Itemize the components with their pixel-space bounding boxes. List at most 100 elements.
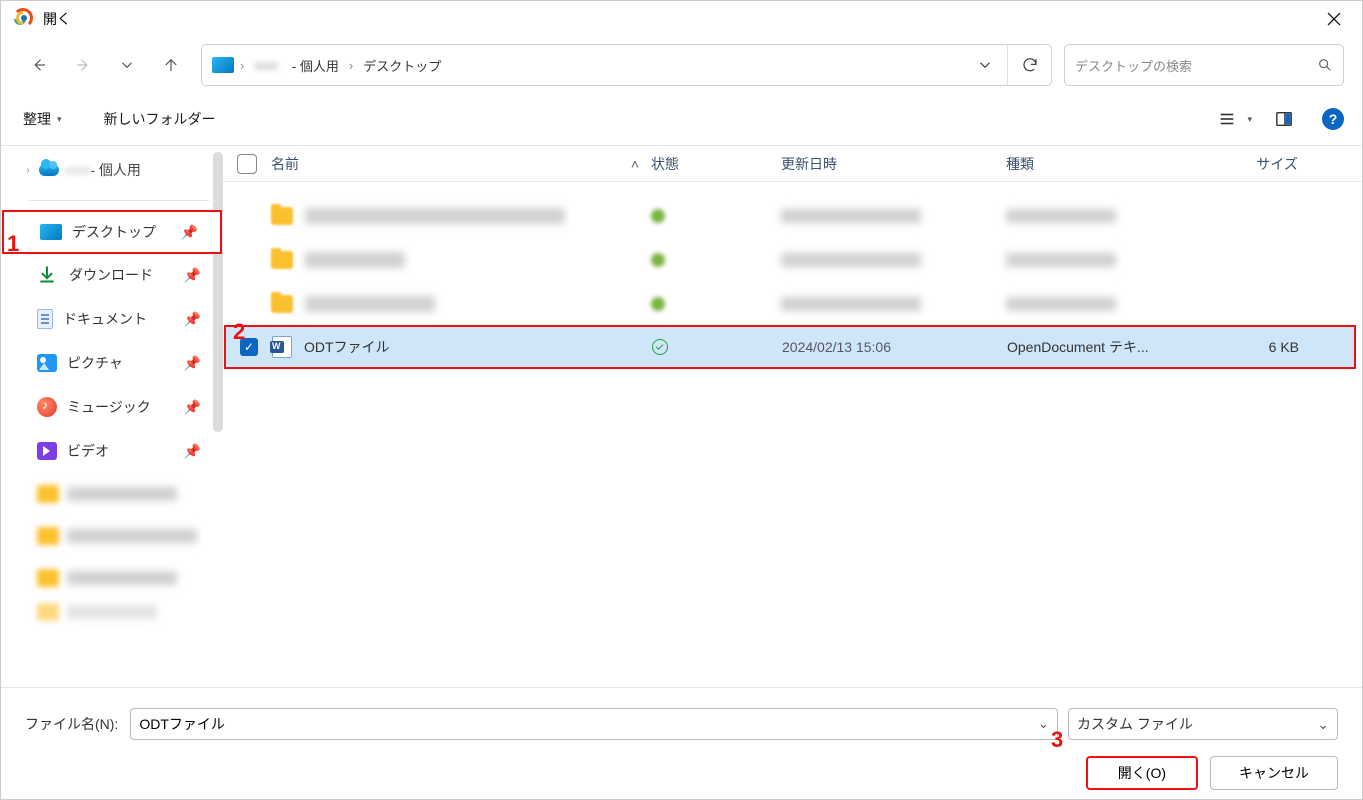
forward-button[interactable]: [63, 45, 103, 85]
breadcrumb-root[interactable]: ■■■: [250, 56, 282, 75]
breadcrumb-item-2[interactable]: デスクトップ: [359, 54, 445, 77]
new-folder-button[interactable]: 新しいフォルダー: [100, 105, 220, 133]
breadcrumb-item-1[interactable]: - 個人用: [288, 54, 343, 77]
odt-file-icon: [272, 336, 292, 358]
app-icon: [13, 8, 35, 30]
sidebar-item-documents[interactable]: ドキュメント 📌: [1, 297, 223, 341]
sidebar-item-redacted[interactable]: [1, 473, 223, 515]
refresh-icon: [1021, 56, 1039, 74]
cloud-icon: [39, 164, 59, 176]
filename-label: ファイル名(N):: [25, 714, 118, 734]
pin-icon[interactable]: 📌: [184, 267, 201, 284]
cancel-button[interactable]: キャンセル: [1210, 756, 1338, 790]
download-icon: [37, 264, 59, 286]
column-header-date[interactable]: 更新日時: [781, 154, 1006, 174]
file-row-redacted[interactable]: [223, 282, 1362, 326]
sidebar-item-redacted[interactable]: [1, 557, 223, 599]
pin-icon[interactable]: 📌: [184, 355, 201, 372]
sidebar-item-desktop[interactable]: デスクトップ 📌: [2, 210, 222, 254]
up-button[interactable]: [151, 45, 191, 85]
sidebar-onedrive[interactable]: › ■■■ - 個人用: [1, 154, 223, 186]
chevron-down-icon: ⌄: [1317, 716, 1329, 733]
help-icon: ?: [1329, 111, 1338, 127]
column-header-state[interactable]: 状態: [651, 154, 781, 174]
pin-icon[interactable]: 📌: [184, 399, 201, 416]
sync-status-icon: [651, 253, 665, 267]
file-name: ODTファイル: [304, 337, 390, 357]
title-bar: 開く: [1, 1, 1362, 37]
address-bar[interactable]: › ■■■ - 個人用 › デスクトップ: [201, 44, 1052, 86]
open-file-dialog: 1 2 3 開く › ■■■ - 個人用 › デスクトップ: [0, 0, 1363, 800]
sidebar-item-redacted[interactable]: [1, 515, 223, 557]
preview-pane-button[interactable]: [1266, 101, 1302, 137]
sync-status-icon: [651, 209, 665, 223]
history-dropdown-button[interactable]: [107, 45, 147, 85]
arrow-left-icon: [30, 56, 48, 74]
filename-input[interactable]: ODTファイル ⌄: [130, 708, 1058, 740]
breadcrumb-separator: ›: [240, 58, 244, 73]
pin-icon[interactable]: 📌: [184, 443, 201, 460]
row-checkbox[interactable]: ✓: [240, 338, 258, 356]
search-input[interactable]: デスクトップの検索: [1064, 44, 1344, 86]
video-icon: [37, 442, 57, 460]
sync-status-icon: [651, 297, 665, 311]
file-row-odt[interactable]: ✓ ODTファイル 2024/02/13 15:06 OpenDocument …: [224, 325, 1356, 369]
sort-asc-icon: ˄: [629, 156, 641, 172]
music-icon: [37, 397, 57, 417]
column-header-size[interactable]: サイズ: [1196, 154, 1316, 174]
dialog-title: 開く: [43, 9, 71, 29]
document-icon: [37, 309, 53, 329]
close-button[interactable]: [1312, 1, 1356, 37]
toolbar: 整理▾ 新しいフォルダー ▾ ?: [1, 93, 1362, 145]
folder-icon: [271, 295, 293, 313]
chevron-down-icon: [976, 56, 994, 74]
sidebar-item-videos[interactable]: ビデオ 📌: [1, 429, 223, 473]
sidebar-divider: [29, 200, 209, 201]
open-button[interactable]: 開く(O): [1086, 756, 1198, 790]
back-button[interactable]: [19, 45, 59, 85]
desktop-icon: [40, 224, 62, 240]
search-icon: [1317, 57, 1333, 73]
view-mode-button[interactable]: [1209, 101, 1245, 137]
main-area: › ■■■ - 個人用 デスクトップ 📌 ダウンロード 📌 ドキュメント 📌: [1, 145, 1362, 687]
sidebar-item-redacted[interactable]: [1, 599, 223, 625]
sidebar: › ■■■ - 個人用 デスクトップ 📌 ダウンロード 📌 ドキュメント 📌: [1, 146, 223, 687]
column-header-name[interactable]: 名前 ˄: [271, 154, 651, 174]
bottom-panel: ファイル名(N): ODTファイル ⌄ カスタム ファイル ⌄ 開く(O) キャ…: [1, 687, 1362, 799]
filetype-dropdown[interactable]: カスタム ファイル ⌄: [1068, 708, 1338, 740]
pin-icon[interactable]: 📌: [184, 311, 201, 328]
file-type: OpenDocument テキ...: [1007, 337, 1197, 357]
chevron-down-icon: [118, 56, 136, 74]
arrow-up-icon: [162, 56, 180, 74]
column-headers: 名前 ˄ 状態 更新日時 種類 サイズ: [223, 146, 1362, 182]
pin-icon[interactable]: 📌: [181, 224, 198, 241]
organize-button[interactable]: 整理▾: [19, 105, 66, 133]
file-size: 6 KB: [1197, 339, 1317, 355]
picture-icon: [37, 354, 57, 372]
navigation-row: › ■■■ - 個人用 › デスクトップ デスクトップの検索: [1, 37, 1362, 93]
address-dropdown-button[interactable]: [963, 45, 1007, 85]
column-header-type[interactable]: 種類: [1006, 154, 1196, 174]
sidebar-item-pictures[interactable]: ピクチャ 📌: [1, 341, 223, 385]
refresh-button[interactable]: [1007, 45, 1051, 85]
arrow-right-icon: [74, 56, 92, 74]
close-icon: [1327, 12, 1341, 26]
chevron-down-icon[interactable]: ⌄: [1038, 716, 1049, 732]
folder-icon: [271, 251, 293, 269]
preview-pane-icon: [1275, 110, 1293, 128]
file-row-redacted[interactable]: [223, 194, 1362, 238]
expand-icon[interactable]: ›: [21, 165, 35, 176]
chevron-down-icon[interactable]: ▾: [1247, 114, 1252, 125]
this-pc-icon: [212, 57, 234, 73]
sidebar-item-music[interactable]: ミュージック 📌: [1, 385, 223, 429]
file-row-redacted[interactable]: [223, 238, 1362, 282]
file-list-area: 名前 ˄ 状態 更新日時 種類 サイズ: [223, 146, 1362, 687]
select-all-checkbox[interactable]: [237, 154, 257, 174]
chevron-down-icon: ▾: [57, 114, 62, 125]
sidebar-item-downloads[interactable]: ダウンロード 📌: [1, 253, 223, 297]
list-view-icon: [1218, 110, 1236, 128]
search-placeholder: デスクトップの検索: [1075, 56, 1317, 75]
breadcrumb-separator: ›: [349, 58, 353, 73]
folder-icon: [271, 207, 293, 225]
help-button[interactable]: ?: [1322, 108, 1344, 130]
